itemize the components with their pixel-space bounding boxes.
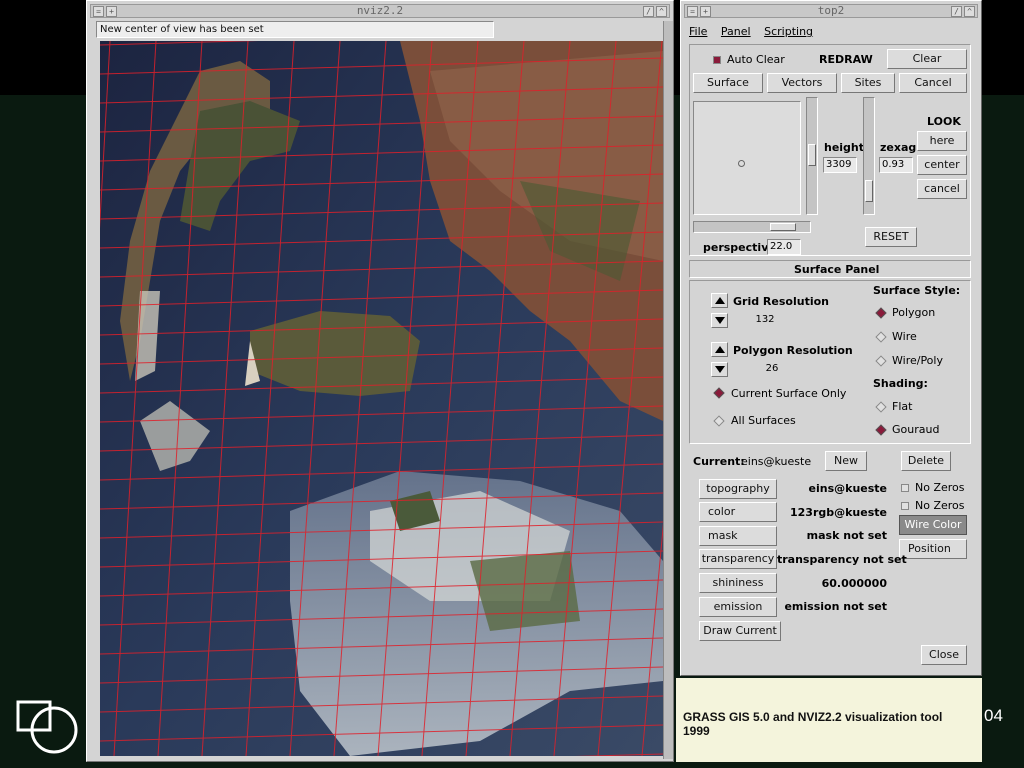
perspective-slider[interactable] (693, 221, 811, 233)
sites-button[interactable]: Sites (841, 73, 895, 93)
position-button[interactable]: Position (899, 539, 967, 559)
shininess-value: 60.000000 (821, 577, 887, 590)
nviz-scrollbar[interactable] (663, 21, 673, 759)
grid-resolution-label: Grid Resolution (733, 295, 829, 308)
current-surface-name[interactable]: eins@kueste (741, 455, 811, 468)
no-zeros-label-2: No Zeros (915, 499, 965, 512)
perspective-label: perspective (703, 241, 776, 254)
caption-line-2: 1999 (683, 724, 710, 738)
no-zeros-checkbox-1[interactable] (901, 484, 909, 492)
polygon-resolution-up-arrow[interactable] (711, 342, 728, 357)
grid-resolution-value: 132 (755, 314, 775, 325)
emission-button[interactable]: emission (699, 597, 777, 617)
redraw-label[interactable]: REDRAW (819, 53, 873, 66)
auto-clear-checkbox[interactable] (713, 56, 721, 64)
polygon-style-label: Polygon (892, 306, 936, 319)
draw-current-button[interactable]: Draw Current (699, 621, 781, 641)
look-here-button[interactable]: here (917, 131, 967, 151)
position-canvas[interactable] (693, 101, 801, 215)
surface-button[interactable]: Surface (693, 73, 763, 93)
new-surface-button[interactable]: New (825, 451, 867, 471)
zexag-entry[interactable]: 0.93 (879, 157, 913, 173)
window-menu-icon[interactable]: = (687, 6, 698, 17)
mask-value: mask not set (806, 529, 887, 542)
minimize-icon[interactable]: / (951, 6, 962, 17)
top2-title: top2 (817, 4, 845, 17)
caption-text: GRASS GIS 5.0 and NVIZ2.2 visualization … (683, 710, 942, 738)
vectors-button[interactable]: Vectors (767, 73, 837, 93)
caption-line-1: GRASS GIS 5.0 and NVIZ2.2 visualization … (683, 710, 943, 724)
maximize-icon[interactable]: ^ (656, 6, 667, 17)
delete-surface-button[interactable]: Delete (901, 451, 951, 471)
gouraud-shading-label: Gouraud (892, 423, 940, 436)
zexag-slider[interactable] (863, 97, 875, 215)
topography-button[interactable]: topography (699, 479, 777, 499)
wirepoly-style-label: Wire/Poly (892, 354, 943, 367)
no-zeros-label-1: No Zeros (915, 481, 965, 494)
look-label: LOOK (927, 115, 961, 128)
height-label: height (824, 141, 865, 154)
cancel-button[interactable]: Cancel (899, 73, 967, 93)
look-center-button[interactable]: center (917, 155, 967, 175)
color-value: 123rgb@kueste (789, 506, 887, 519)
transparency-button[interactable]: transparency (699, 549, 777, 569)
height-entry[interactable]: 3309 (823, 157, 857, 173)
topography-value: eins@kueste (808, 482, 887, 495)
top2-titlebar[interactable]: = + top2 / ^ (684, 4, 978, 18)
minimize-icon[interactable]: / (643, 6, 654, 17)
view-position-marker[interactable] (738, 160, 745, 167)
zexag-label: zexag (880, 141, 917, 154)
auto-clear-label: Auto Clear (727, 53, 785, 66)
grid-resolution-down-arrow[interactable] (711, 313, 728, 328)
nviz-window: = + nviz2.2 / ^ New center of view has b… (86, 0, 674, 762)
window-shade-icon[interactable]: + (700, 6, 711, 17)
perspective-entry[interactable]: 22.0 (767, 239, 801, 255)
all-surfaces-label: All Surfaces (731, 414, 796, 427)
perspective-slider-knob[interactable] (770, 223, 796, 231)
close-button[interactable]: Close (921, 645, 967, 665)
slide-caption: GRASS GIS 5.0 and NVIZ2.2 visualization … (676, 678, 982, 762)
no-zeros-checkbox-2[interactable] (901, 502, 909, 510)
clear-button[interactable]: Clear (887, 49, 967, 69)
polygon-resolution-label: Polygon Resolution (733, 344, 853, 357)
nviz-titlebar[interactable]: = + nviz2.2 / ^ (90, 4, 670, 18)
satellite-map-image (100, 41, 663, 756)
polygon-resolution-value: 26 (765, 363, 779, 374)
grid-resolution-up-arrow[interactable] (711, 293, 728, 308)
height-slider[interactable] (806, 97, 818, 215)
reset-button[interactable]: RESET (865, 227, 917, 247)
height-slider-knob[interactable] (808, 144, 816, 166)
map-view[interactable] (100, 41, 663, 756)
emission-value: emission not set (784, 600, 887, 613)
surface-style-label: Surface Style: (873, 284, 961, 297)
wire-style-label: Wire (892, 330, 917, 343)
nviz-title: nviz2.2 (356, 4, 404, 17)
zexag-slider-knob[interactable] (865, 180, 873, 202)
menu-bar: File Panel Scripting (689, 25, 823, 38)
transparency-value: transparency not set (777, 553, 907, 566)
menu-scripting[interactable]: Scripting (764, 25, 813, 38)
current-label: Current: (693, 455, 745, 468)
top2-window: = + top2 / ^ File Panel Scripting Auto C… (680, 0, 982, 676)
maximize-icon[interactable]: ^ (964, 6, 975, 17)
shininess-button[interactable]: shininess (699, 573, 777, 593)
mask-button[interactable]: mask (699, 526, 777, 546)
grass-logo-icon (16, 700, 78, 754)
shading-label: Shading: (873, 377, 928, 390)
wire-color-button[interactable]: Wire Color (899, 515, 967, 535)
menu-panel[interactable]: Panel (721, 25, 751, 38)
surface-panel-title: Surface Panel (794, 263, 880, 276)
status-field: New center of view has been set (96, 21, 494, 38)
polygon-resolution-down-arrow[interactable] (711, 362, 728, 377)
page-number: 04 (984, 706, 1003, 725)
flat-shading-label: Flat (892, 400, 913, 413)
window-shade-icon[interactable]: + (106, 6, 117, 17)
color-button[interactable]: color (699, 502, 777, 522)
window-menu-icon[interactable]: = (93, 6, 104, 17)
current-surface-only-label: Current Surface Only (731, 387, 847, 400)
menu-file[interactable]: File (689, 25, 707, 38)
look-cancel-button[interactable]: cancel (917, 179, 967, 199)
